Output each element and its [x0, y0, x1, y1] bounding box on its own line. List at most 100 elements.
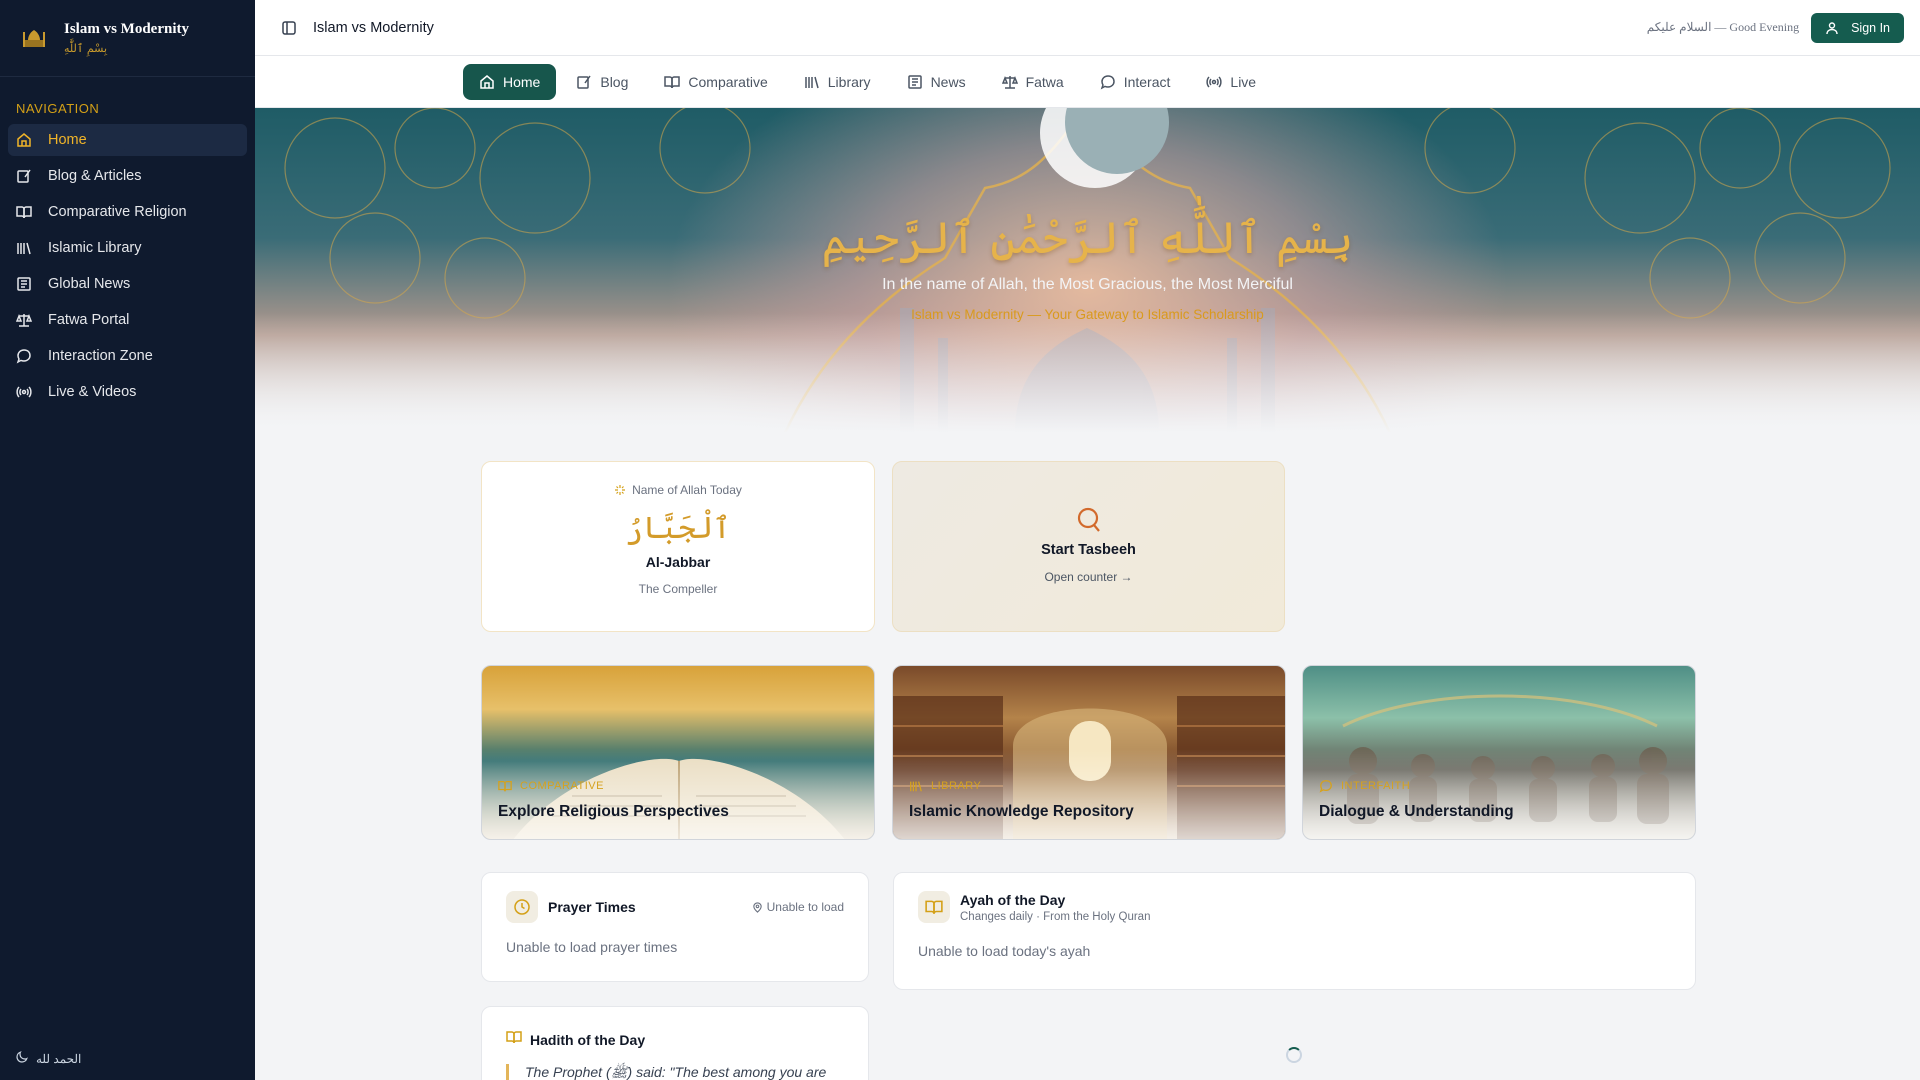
book-open-icon: [16, 204, 32, 220]
sign-in-label: Sign In: [1851, 20, 1890, 35]
tab-label: News: [930, 74, 966, 90]
sidebar-footer: الحمد لله: [16, 1051, 81, 1066]
feature-card-library[interactable]: LIBRARY Islamic Knowledge Repository: [892, 665, 1286, 840]
tab-label: Live: [1230, 74, 1257, 90]
sidebar-item-blog[interactable]: Blog & Articles: [8, 160, 247, 192]
prayer-location[interactable]: Unable to load: [752, 900, 844, 914]
book-open-icon: [918, 891, 950, 923]
chat-icon: [16, 348, 32, 364]
nav-heading: NAVIGATION: [16, 101, 100, 116]
sidebar-toggle-icon[interactable]: [277, 16, 301, 40]
tab-news[interactable]: News: [891, 64, 982, 100]
scale-icon: [16, 312, 32, 328]
sidebar-item-label: Comparative Religion: [48, 204, 187, 220]
broadcast-icon: [1206, 74, 1223, 90]
name-of-allah-card[interactable]: Name of Allah Today ٱلْجَبَّارُ Al-Jabba…: [481, 461, 875, 632]
user-icon: [1825, 21, 1839, 35]
tab-interact[interactable]: Interact: [1084, 64, 1187, 100]
tab-library[interactable]: Library: [788, 64, 887, 100]
tab-label: Home: [503, 74, 541, 90]
book-open-icon: [506, 1029, 522, 1050]
page-title: Islam vs Modernity: [313, 19, 434, 36]
book-open-icon: [664, 74, 681, 90]
chat-icon: [1100, 74, 1116, 90]
sidebar-item-label: Blog & Articles: [48, 168, 142, 184]
tab-fatwa[interactable]: Fatwa: [986, 64, 1080, 100]
brand-subtitle: بِسْمِ ٱللَّٰهِ: [64, 42, 108, 55]
tab-label: Blog: [600, 74, 629, 90]
brand-title: Islam vs Modernity: [64, 21, 189, 37]
ayah-title: Ayah of the Day: [960, 891, 1066, 908]
newspaper-icon: [16, 276, 32, 292]
hero-tagline: Islam vs Modernity — Your Gateway to Isl…: [911, 307, 1264, 322]
feature-category: INTERFAITH: [1341, 780, 1411, 792]
hadith-text: The Prophet (ﷺ) said: "The best among yo…: [506, 1064, 844, 1080]
sparkles-icon: [614, 484, 626, 496]
feature-card-interfaith[interactable]: INTERFAITH Dialogue & Understanding: [1302, 665, 1696, 840]
topbar: Islam vs Modernity السلام عليكم — Good E…: [255, 0, 1920, 56]
feature-category: COMPARATIVE: [520, 780, 604, 792]
prayer-times-card: Prayer Times Unable to load Unable to lo…: [481, 872, 869, 982]
ayah-subtitle: Changes daily · From the Holy Quran: [960, 910, 1151, 923]
sidebar-item-label: Fatwa Portal: [48, 312, 130, 328]
tab-label: Fatwa: [1025, 74, 1064, 90]
sidebar-nav: Home Blog & Articles Comparative Religio…: [0, 124, 255, 408]
tab-blog[interactable]: Blog: [560, 64, 644, 100]
sidebar-item-label: Home: [48, 132, 87, 148]
tab-label: Library: [827, 74, 871, 90]
name-card-label: Name of Allah Today: [632, 483, 742, 497]
newspaper-icon: [907, 74, 923, 90]
edit-icon: [16, 168, 32, 184]
home-icon: [479, 74, 495, 90]
library-icon: [16, 240, 32, 256]
sidebar-item-interaction[interactable]: Interaction Zone: [8, 340, 247, 372]
prayer-beads-icon: [893, 506, 1284, 534]
map-pin-icon: [752, 901, 763, 913]
broadcast-icon: [16, 384, 32, 400]
home-icon: [16, 132, 32, 148]
feature-card-comparative[interactable]: COMPARATIVE Explore Religious Perspectiv…: [481, 665, 875, 840]
open-counter-link[interactable]: Open counter →: [893, 570, 1284, 584]
hadith-title: Hadith of the Day: [530, 1031, 646, 1048]
scale-icon: [1001, 74, 1018, 90]
footer-text: الحمد لله: [36, 1051, 82, 1066]
library-icon: [804, 74, 820, 90]
feature-title: Explore Religious Perspectives: [498, 803, 729, 820]
tasbeeh-title: Start Tasbeeh: [1041, 542, 1136, 558]
name-arabic: ٱلْجَبَّارُ: [625, 511, 731, 546]
location-status: Unable to load: [766, 900, 844, 914]
ayah-of-the-day-card: Ayah of the Day Changes daily · From the…: [893, 872, 1696, 990]
hero-translation: In the name of Allah, the Most Gracious,…: [882, 276, 1293, 293]
sidebar-item-home[interactable]: Home: [8, 124, 247, 156]
moon-icon: [16, 1051, 28, 1066]
feature-title: Islamic Knowledge Repository: [909, 803, 1134, 820]
sidebar-item-live[interactable]: Live & Videos: [8, 376, 247, 408]
ayah-message: Unable to load today's ayah: [918, 943, 1091, 959]
sidebar-item-library[interactable]: Islamic Library: [8, 232, 247, 264]
sidebar-item-comparative[interactable]: Comparative Religion: [8, 196, 247, 228]
tasbeeh-card[interactable]: Start Tasbeeh Open counter →: [892, 461, 1285, 632]
tab-live[interactable]: Live: [1190, 64, 1272, 100]
tab-label: Comparative: [688, 74, 768, 90]
prayer-times-title: Prayer Times: [548, 899, 636, 915]
sidebar: Islam vs Modernity بِسْمِ ٱللَّٰهِ NAVIG…: [0, 0, 255, 1080]
sidebar-item-label: Interaction Zone: [48, 348, 153, 364]
tab-comparative[interactable]: Comparative: [648, 64, 783, 100]
brand[interactable]: Islam vs Modernity بِسْمِ ٱللَّٰهِ: [0, 0, 255, 77]
sidebar-item-fatwa[interactable]: Fatwa Portal: [8, 304, 247, 336]
feature-title: Dialogue & Understanding: [1319, 803, 1514, 820]
sidebar-item-label: Live & Videos: [48, 384, 137, 400]
sidebar-item-label: Global News: [48, 276, 131, 292]
sidebar-item-label: Islamic Library: [48, 240, 142, 256]
edit-icon: [576, 74, 592, 90]
library-icon: [909, 779, 923, 793]
sign-in-button[interactable]: Sign In: [1811, 12, 1904, 43]
hero-basmala: بِسْمِ ٱللَّٰهِ ٱلرَّحْمَٰنِ ٱلرَّحِيمِ: [821, 213, 1354, 264]
clock-icon: [506, 891, 538, 923]
tab-label: Interact: [1123, 74, 1171, 90]
sidebar-item-news[interactable]: Global News: [8, 268, 247, 300]
feature-category: LIBRARY: [931, 780, 982, 792]
tab-home[interactable]: Home: [463, 64, 557, 100]
loading-spinner-icon: [1286, 1047, 1302, 1063]
name-meaning: The Compeller: [638, 582, 718, 596]
